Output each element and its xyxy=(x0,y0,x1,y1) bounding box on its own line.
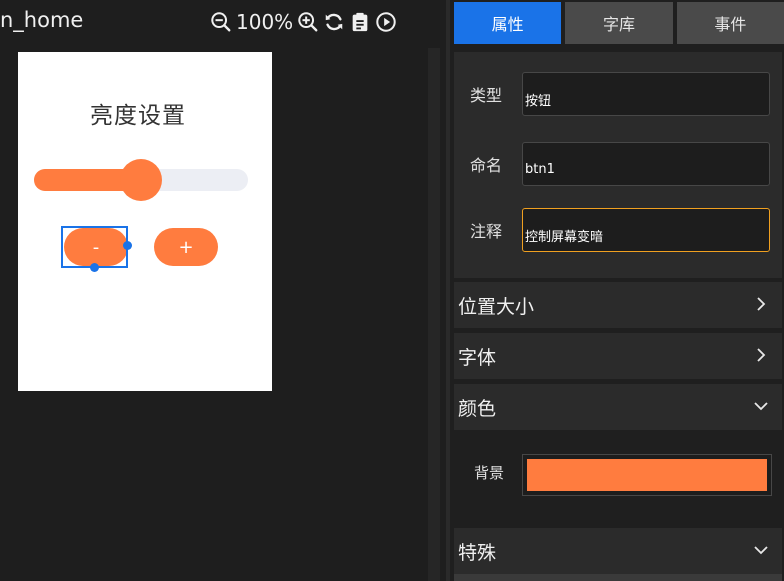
play-icon[interactable] xyxy=(373,9,399,35)
chevron-down-icon xyxy=(752,397,770,415)
type-field[interactable] xyxy=(522,72,770,116)
resize-handle-bottom[interactable] xyxy=(90,263,99,272)
section-color-title: 颜色 xyxy=(458,397,497,420)
plus-button[interactable]: + xyxy=(154,228,218,266)
zoom-in-icon[interactable] xyxy=(295,9,321,35)
chevron-down-icon xyxy=(752,541,770,559)
page-name[interactable]: n_home xyxy=(0,8,83,32)
background-color-swatch[interactable] xyxy=(522,454,772,496)
canvas-title[interactable]: 亮度设置 xyxy=(18,96,258,130)
panel-bottom-strip xyxy=(454,574,782,581)
panel-tabs: 属性 字库 事件 xyxy=(454,2,784,46)
chevron-right-icon xyxy=(752,295,770,313)
section-special[interactable]: 特殊 xyxy=(454,528,782,574)
refresh-icon[interactable] xyxy=(321,9,347,35)
comment-label: 注释 xyxy=(470,222,503,241)
section-font[interactable]: 字体 xyxy=(454,333,782,379)
zoom-toolbar: 100% xyxy=(208,8,399,36)
tab-events[interactable]: 事件 xyxy=(676,2,784,44)
minus-button[interactable]: - xyxy=(64,228,128,266)
chevron-right-icon xyxy=(752,346,770,364)
editor-scrollbar[interactable] xyxy=(428,48,440,581)
name-field[interactable] xyxy=(522,142,770,186)
section-special-title: 特殊 xyxy=(458,541,497,564)
color-settings: 背景 xyxy=(454,436,782,526)
slider-knob[interactable] xyxy=(120,159,162,201)
tab-fonts[interactable]: 字库 xyxy=(565,2,673,44)
background-color-label: 背景 xyxy=(474,464,505,482)
zoom-level: 100% xyxy=(236,10,294,34)
zoom-out-icon[interactable] xyxy=(208,9,234,35)
comment-field[interactable] xyxy=(522,208,770,252)
phone-canvas[interactable]: 亮度设置 - + xyxy=(18,52,272,391)
section-font-title: 字体 xyxy=(458,346,497,369)
type-label: 类型 xyxy=(470,86,503,105)
clipboard-icon[interactable] xyxy=(347,9,373,35)
background-color-fill xyxy=(527,459,767,491)
tab-properties[interactable]: 属性 xyxy=(454,2,562,44)
brightness-slider[interactable] xyxy=(34,159,248,201)
attr-row-name: 命名 xyxy=(454,142,782,188)
properties-panel: 属性 字库 事件 类型 命名 注释 位置大小 字体 颜色 xyxy=(446,0,784,581)
section-color[interactable]: 颜色 xyxy=(454,384,782,430)
attr-row-comment: 注释 xyxy=(454,208,782,254)
attribute-block: 类型 命名 注释 xyxy=(454,52,782,278)
section-position-size[interactable]: 位置大小 xyxy=(454,282,782,328)
name-label: 命名 xyxy=(470,156,503,175)
attr-row-type: 类型 xyxy=(454,72,782,118)
section-position-size-title: 位置大小 xyxy=(458,295,535,318)
resize-handle-right[interactable] xyxy=(123,241,132,250)
editor-area: n_home 100% 亮度设置 - + xyxy=(0,0,446,581)
